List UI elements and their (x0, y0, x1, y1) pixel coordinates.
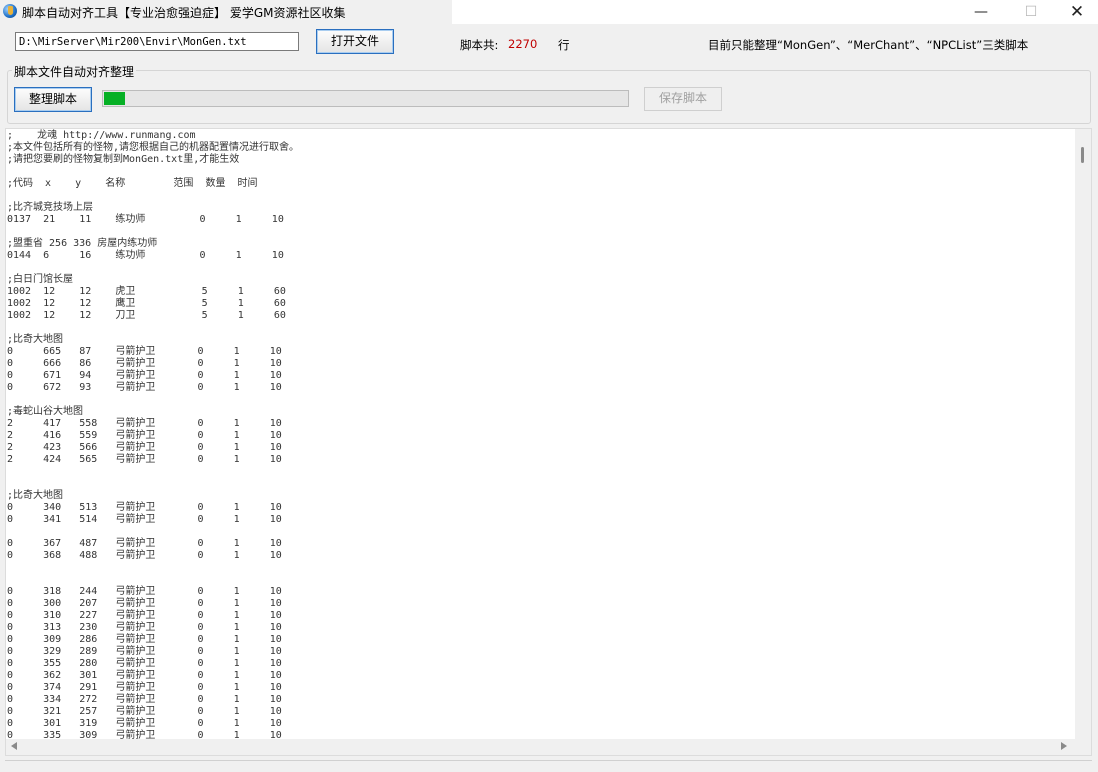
horizontal-scrollbar[interactable] (6, 739, 1091, 755)
script-line: 0 309 286 弓箭护卫 0 1 10 (7, 634, 282, 645)
close-icon[interactable]: ✕ (1054, 0, 1098, 24)
script-line (7, 562, 1075, 574)
file-path-input[interactable]: D:\MirServer\Mir200\Envir\MonGen.txt (15, 32, 299, 51)
script-line: 2 416 559 弓箭护卫 0 1 10 (7, 430, 282, 441)
script-line: ;毒蛇山谷大地图 (7, 406, 84, 417)
script-line: 0 665 87 弓箭护卫 0 1 10 (7, 346, 282, 357)
script-line: 0 341 514 弓箭护卫 0 1 10 (7, 514, 282, 525)
script-line (7, 394, 1075, 406)
script-text-area[interactable]: ; 龙魂 http://www.runmang.com ;本文件包括所有的怪物,请… (5, 128, 1092, 756)
script-line (7, 466, 1075, 478)
script-line: 0137 21 11 练功师 0 1 10 (7, 214, 284, 225)
script-line: ;盟重省 256 336 房屋内练功师 (7, 238, 158, 249)
app-icon (3, 4, 17, 18)
script-line: 0 301 319 弓箭护卫 0 1 10 (7, 718, 282, 729)
script-line: ;比奇大地图 (7, 334, 64, 345)
save-script-button[interactable]: 保存脚本 (644, 87, 722, 111)
script-line (7, 262, 1075, 274)
script-line: 0 368 488 弓箭护卫 0 1 10 (7, 550, 282, 561)
line-count-label: 脚本共: (460, 38, 499, 52)
script-line: 0 321 257 弓箭护卫 0 1 10 (7, 706, 282, 717)
script-line: 1002 12 12 鹰卫 5 1 60 (7, 298, 286, 309)
script-line: 2 417 558 弓箭护卫 0 1 10 (7, 418, 282, 429)
script-line: 0 672 93 弓箭护卫 0 1 10 (7, 382, 282, 393)
script-line: 0 318 244 弓箭护卫 0 1 10 (7, 586, 282, 597)
vertical-scrollbar[interactable] (1075, 129, 1091, 739)
script-line (7, 526, 1075, 538)
script-line: 0144 6 16 练功师 0 1 10 (7, 250, 284, 261)
line-count-value: 2270 (508, 37, 538, 51)
script-line: 0 374 291 弓箭护卫 0 1 10 (7, 682, 282, 693)
title-bar: 脚本自动对齐工具【专业治愈强迫症】 爱学GM资源社区收集 — ☐ ✕ (0, 0, 1098, 24)
script-line: ;白日门馆长屋 (7, 274, 74, 285)
vertical-scroll-thumb[interactable] (1081, 147, 1084, 163)
script-line: ;本文件包括所有的怪物,请您根据自己的机器配置情况进行取舍。 (7, 142, 300, 153)
script-line: 0 313 230 弓箭护卫 0 1 10 (7, 622, 282, 633)
window-title: 脚本自动对齐工具【专业治愈强迫症】 爱学GM资源社区收集 (22, 6, 346, 20)
script-line (7, 166, 1075, 178)
organize-script-button[interactable]: 整理脚本 (14, 87, 92, 112)
organize-group-title: 脚本文件自动对齐整理 (12, 63, 137, 80)
script-line: 0 340 513 弓箭护卫 0 1 10 (7, 502, 282, 513)
script-line: ;比齐城竞技场上层 (7, 202, 94, 213)
script-line: 2 424 565 弓箭护卫 0 1 10 (7, 454, 282, 465)
script-line: 2 423 566 弓箭护卫 0 1 10 (7, 442, 282, 453)
script-line: 1002 12 12 刀卫 5 1 60 (7, 310, 286, 321)
script-line: 0 334 272 弓箭护卫 0 1 10 (7, 694, 282, 705)
script-line (7, 322, 1075, 334)
script-line: 0 362 301 弓箭护卫 0 1 10 (7, 670, 282, 681)
script-line: 0 666 86 弓箭护卫 0 1 10 (7, 358, 282, 369)
script-line: 0 329 289 弓箭护卫 0 1 10 (7, 646, 282, 657)
script-line: ;比奇大地图 (7, 490, 64, 501)
script-text-content[interactable]: ; 龙魂 http://www.runmang.com ;本文件包括所有的怪物,请… (7, 130, 1075, 754)
script-line (7, 574, 1075, 586)
minimize-icon[interactable]: — (958, 0, 1004, 24)
script-line: 1002 12 12 虎卫 5 1 60 (7, 286, 286, 297)
script-line: ;请把您要刷的怪物复制到MonGen.txt里,才能生效 (7, 154, 240, 165)
scroll-right-icon[interactable] (1061, 742, 1067, 750)
line-count-unit: 行 (558, 38, 570, 52)
status-bar-divider (5, 760, 1092, 761)
script-line (7, 226, 1075, 238)
script-line: ;代码 x y 名称 范围 数量 时间 (7, 178, 258, 189)
open-file-button[interactable]: 打开文件 (316, 29, 394, 54)
scroll-left-icon[interactable] (11, 742, 17, 750)
maximize-icon[interactable]: ☐ (1008, 0, 1054, 24)
script-line (7, 190, 1075, 202)
progress-bar (102, 90, 629, 107)
script-line: 0 367 487 弓箭护卫 0 1 10 (7, 538, 282, 549)
script-line: 0 671 94 弓箭护卫 0 1 10 (7, 370, 282, 381)
script-line: 0 300 207 弓箭护卫 0 1 10 (7, 598, 282, 609)
supported-scripts-note: 目前只能整理“MonGen”、“MerChant”、“NPCList”三类脚本 (708, 38, 1029, 52)
script-line: ; 龙魂 http://www.runmang.com (7, 130, 196, 141)
script-line (7, 478, 1075, 490)
script-line: 0 310 227 弓箭护卫 0 1 10 (7, 610, 282, 621)
script-line: 0 355 280 弓箭护卫 0 1 10 (7, 658, 282, 669)
progress-fill (104, 92, 125, 105)
